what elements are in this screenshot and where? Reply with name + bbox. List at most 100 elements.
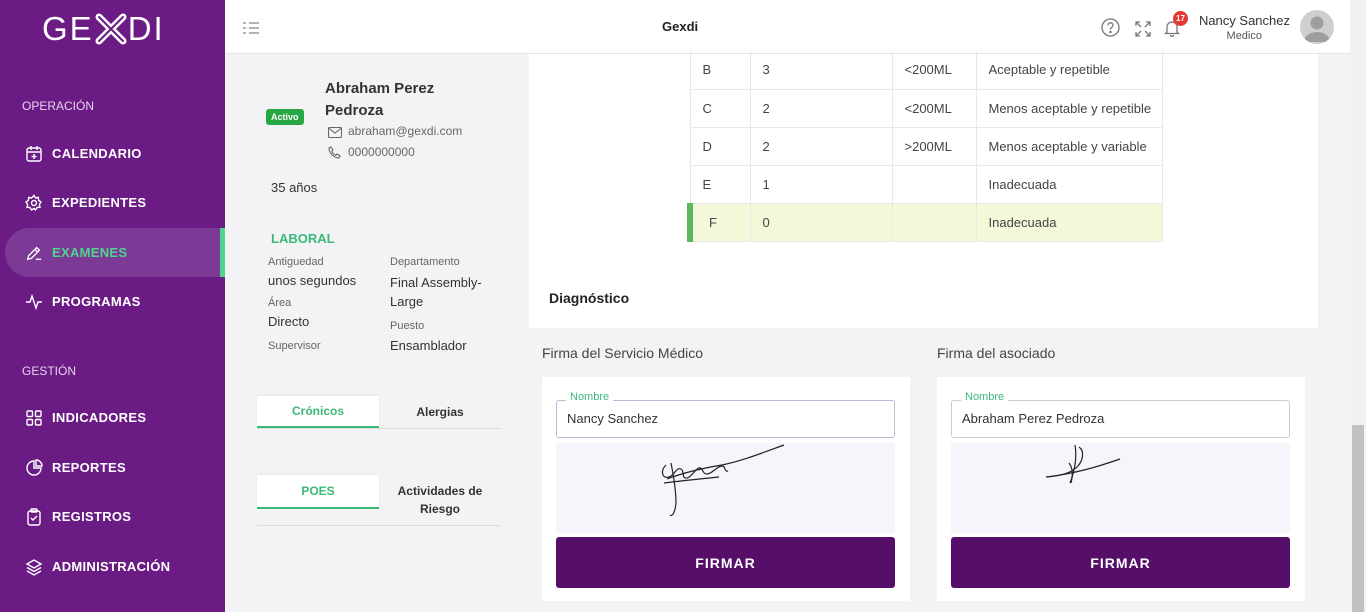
table-cell-volume: [891, 165, 976, 204]
puesto-label: Puesto: [390, 320, 425, 332]
departamento-value: Final Assembly-Large: [390, 275, 482, 309]
sidebar: GE DI OPERACIÓN CALENDARIO EXPEDIENTES E…: [0, 0, 225, 612]
tab-cronicos[interactable]: Crónicos: [257, 396, 379, 428]
topbar: Gexdi 17 Nancy Sanchez Medico: [225, 0, 1350, 54]
departamento-label: Departamento: [390, 256, 460, 268]
patient-age: 35 años: [271, 180, 318, 195]
avatar[interactable]: [1300, 10, 1334, 44]
patient-phone: 0000000000: [348, 145, 415, 159]
firma-medico-title: Firma del Servicio Médico: [542, 345, 704, 361]
table-row: C 2 <200ML Menos aceptable y repetible: [689, 89, 1163, 128]
sidebar-item-label: CALENDARIO: [52, 146, 142, 161]
layers-icon: [25, 558, 43, 576]
nombre-asociado-field[interactable]: Abraham Perez Pedroza: [951, 400, 1290, 438]
gexdi-logo[interactable]: GE DI: [42, 10, 165, 48]
user-name[interactable]: Nancy Sanchez: [1199, 13, 1290, 28]
sidebar-item-label: ADMINISTRACIÓN: [52, 559, 171, 574]
sidebar-item-expedientes[interactable]: EXPEDIENTES: [5, 178, 225, 227]
nombre-medico-field[interactable]: Nancy Sanchez: [556, 400, 895, 438]
table-cell-desc: Inadecuada: [975, 203, 1163, 242]
tabs-medical: Crónicos Alergias: [257, 396, 501, 429]
results-table: B 3 <200ML Aceptable y repetible C 2 <200ML Men…: [687, 51, 1163, 242]
signature-pad-medico[interactable]: [556, 443, 895, 533]
sidebar-item-label: REGISTROS: [52, 509, 132, 524]
sidebar-item-calendario[interactable]: CALENDARIO: [5, 129, 225, 178]
pie-chart-icon: [25, 458, 43, 477]
table-cell-desc: Inadecuada: [975, 165, 1163, 204]
pencil-icon: [25, 244, 43, 262]
phone-icon: [328, 146, 341, 164]
patient-name: Abraham Perez Pedroza: [325, 80, 435, 119]
tabs-risk: POES Actividades de Riesgo: [257, 475, 501, 526]
sidebar-item-examenes[interactable]: EXAMENES: [5, 228, 225, 277]
table-row: D 2 >200ML Menos aceptable y variable: [689, 127, 1163, 166]
section-gestion: GESTIÓN: [22, 364, 77, 378]
table-cell-volume: <200ML: [891, 51, 976, 90]
diagnostico-title: Diagnóstico: [549, 290, 630, 306]
help-icon[interactable]: [1101, 18, 1120, 42]
laboral-title: LABORAL: [271, 231, 335, 246]
menu-toggle-icon[interactable]: [242, 21, 260, 40]
scrollbar-thumb[interactable]: [1352, 425, 1364, 612]
table-cell-volume: >200ML: [891, 127, 976, 166]
table-cell-desc: Aceptable y repetible: [975, 51, 1163, 90]
table-cell-grade: E: [689, 165, 750, 204]
table-cell-desc: Menos aceptable y repetible: [975, 89, 1163, 128]
tab-actividades-riesgo[interactable]: Actividades de Riesgo: [387, 475, 493, 525]
signature-pad-asociado[interactable]: [951, 443, 1290, 533]
section-operacion: OPERACIÓN: [22, 99, 95, 113]
gear-icon: [25, 193, 43, 212]
user-role: Medico: [1226, 30, 1262, 42]
sidebar-item-reportes[interactable]: REPORTES: [5, 443, 225, 492]
sidebar-item-registros[interactable]: REGISTROS: [5, 492, 225, 541]
firmar-medico-button[interactable]: FIRMAR: [556, 537, 895, 588]
grid-icon: [25, 409, 43, 427]
scrollbar[interactable]: [1350, 0, 1366, 612]
table-cell-count: 0: [749, 203, 892, 242]
sidebar-item-programas[interactable]: PROGRAMAS: [5, 277, 225, 326]
table-cell-grade: D: [689, 127, 750, 166]
table-cell-count: 2: [749, 127, 892, 166]
antiguedad-value: unos segundos: [268, 273, 357, 288]
table-cell-volume: [891, 203, 976, 242]
table-cell-grade: F: [687, 203, 750, 242]
area-label: Área: [268, 297, 292, 309]
email-icon: [327, 125, 343, 143]
sidebar-item-label: EXPEDIENTES: [52, 195, 147, 210]
patient-email: abraham@gexdi.com: [348, 124, 463, 138]
sidebar-item-label: PROGRAMAS: [52, 294, 141, 309]
sidebar-item-label: INDICADORES: [52, 410, 147, 425]
nombre-asociado-label: Nombre: [961, 391, 1009, 403]
nombre-medico-label: Nombre: [566, 391, 614, 403]
table-cell-volume: <200ML: [891, 89, 976, 128]
sidebar-item-administracion[interactable]: ADMINISTRACIÓN: [5, 542, 225, 591]
logo-text-right: DI: [127, 10, 165, 47]
table-cell-grade: B: [689, 51, 750, 90]
firma-asociado-card: Abraham Perez Pedroza Nombre FIRMAR: [937, 377, 1305, 601]
sidebar-item-label: REPORTES: [52, 460, 126, 475]
supervisor-label: Supervisor: [268, 340, 321, 352]
firmar-asociado-button[interactable]: FIRMAR: [951, 537, 1290, 588]
table-cell-count: 2: [749, 89, 892, 128]
table-row: F 0 Inadecuada: [687, 203, 1163, 242]
antiguedad-label: Antiguedad: [268, 256, 324, 268]
firma-medico-card: Nancy Sanchez Nombre FIRMAR: [542, 377, 910, 601]
area-value: Directo: [268, 314, 310, 329]
results-card: B 3 <200ML Aceptable y repetible C 2 <200ML Men…: [529, 51, 1318, 328]
table-cell-count: 1: [749, 165, 892, 204]
table-row: E 1 Inadecuada: [689, 165, 1163, 204]
puesto-value: Ensamblador: [390, 338, 467, 353]
table-cell-desc: Menos aceptable y variable: [975, 127, 1163, 166]
table-cell-grade: C: [689, 89, 750, 128]
calendar-icon: [25, 145, 43, 163]
page-title: Gexdi: [662, 19, 699, 34]
logo-x-icon: [95, 13, 127, 45]
pulse-icon: [25, 293, 43, 311]
notification-badge: 17: [1173, 11, 1188, 26]
clipboard-icon: [25, 507, 43, 526]
tab-alergias[interactable]: Alergias: [379, 396, 501, 428]
sidebar-item-indicadores[interactable]: INDICADORES: [5, 393, 225, 442]
tab-poes[interactable]: POES: [257, 475, 379, 509]
status-badge: Activo: [266, 109, 304, 125]
fullscreen-icon[interactable]: [1135, 21, 1151, 42]
